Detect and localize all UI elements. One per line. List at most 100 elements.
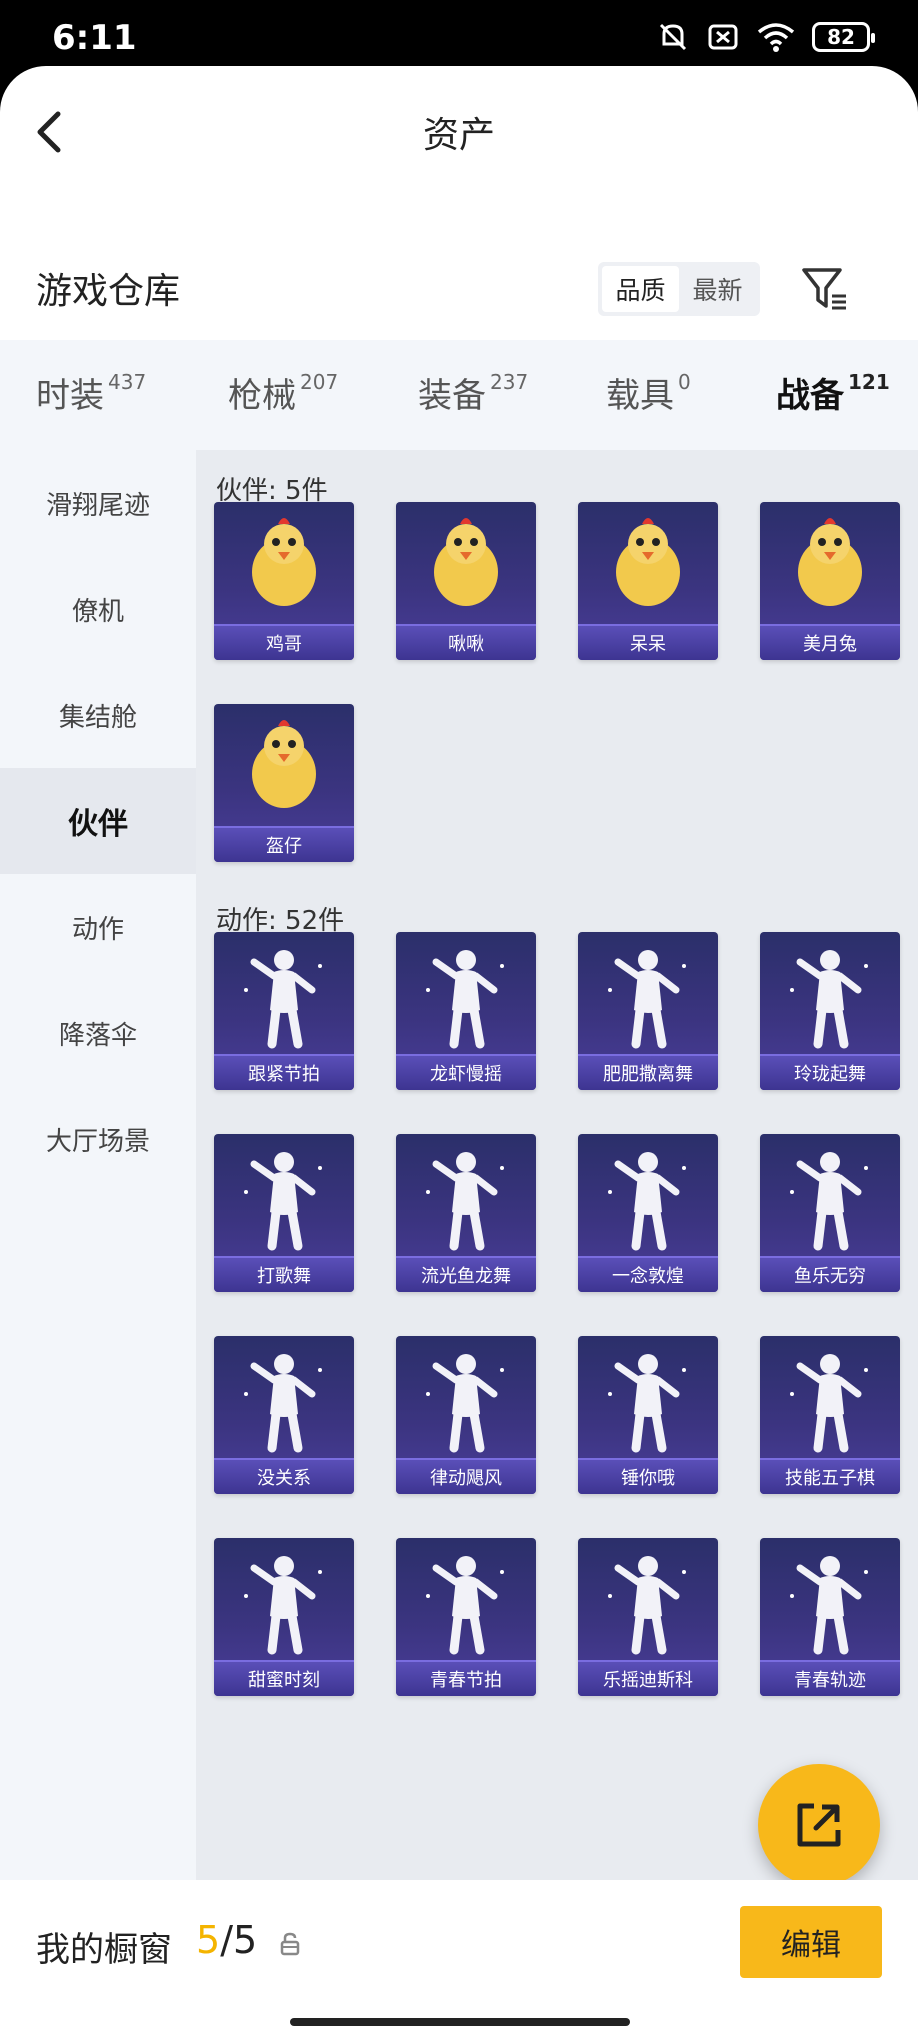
card-label: 锤你哦 bbox=[578, 1458, 718, 1494]
companion-card[interactable]: 啾啾 bbox=[396, 502, 536, 660]
card-label: 龙虾慢摇 bbox=[396, 1054, 536, 1090]
share-fab[interactable] bbox=[758, 1764, 880, 1886]
card-label: 技能五子棋 bbox=[760, 1458, 900, 1494]
dancer-silhouette-icon bbox=[608, 950, 686, 1049]
companion-card[interactable]: 呆呆 bbox=[578, 502, 718, 660]
dancer-silhouette-icon bbox=[790, 1152, 868, 1251]
lock-icon bbox=[280, 1932, 300, 1956]
emote-card[interactable]: 跟紧节拍 bbox=[214, 932, 354, 1090]
category-tabs: 时装 437 枪械 207 装备 237 载具 0 战备 121 bbox=[0, 340, 918, 450]
status-icons: 82 bbox=[656, 20, 875, 54]
card-label: 青春节拍 bbox=[396, 1660, 536, 1696]
emote-card[interactable]: 锤你哦 bbox=[578, 1336, 718, 1494]
companion-card[interactable]: 盔仔 bbox=[214, 704, 354, 862]
sim-off-icon bbox=[708, 24, 738, 50]
tab-equipment[interactable]: 装备 237 bbox=[418, 368, 528, 417]
dancer-silhouette-icon bbox=[244, 1354, 322, 1453]
filter-icon bbox=[802, 268, 846, 310]
sidebar-item-lobby-scene[interactable]: 大厅场景 bbox=[0, 1086, 196, 1192]
card-label: 鱼乐无穷 bbox=[760, 1256, 900, 1292]
emote-card[interactable]: 龙虾慢摇 bbox=[396, 932, 536, 1090]
card-label: 律动飓风 bbox=[396, 1458, 536, 1494]
card-label: 流光鱼龙舞 bbox=[396, 1256, 536, 1292]
dancer-silhouette-icon bbox=[244, 950, 322, 1049]
emote-card[interactable]: 青春节拍 bbox=[396, 1538, 536, 1696]
sort-newest[interactable]: 最新 bbox=[679, 266, 756, 312]
asset-sheet: 资产 游戏仓库 品质 最新 时装 437 枪械 207 装备 237 载具 0 战备 12… bbox=[0, 66, 918, 2040]
card-label: 盔仔 bbox=[214, 826, 354, 862]
card-label: 肥肥撒离舞 bbox=[578, 1054, 718, 1090]
dancer-silhouette-icon bbox=[244, 1556, 322, 1655]
emote-card[interactable]: 乐摇迪斯科 bbox=[578, 1538, 718, 1696]
sidebar-item-parachute[interactable]: 降落伞 bbox=[0, 980, 196, 1086]
card-label: 跟紧节拍 bbox=[214, 1054, 354, 1090]
sidebar: 滑翔尾迹 僚机 集结舱 伙伴 动作 降落伞 大厅场景 bbox=[0, 450, 196, 1946]
card-label: 没关系 bbox=[214, 1458, 354, 1494]
page-title: 资产 bbox=[422, 115, 495, 156]
status-time: 6:11 bbox=[52, 18, 137, 58]
sidebar-item-wingman[interactable]: 僚机 bbox=[0, 556, 196, 662]
battery-icon: 82 bbox=[812, 22, 875, 52]
filter-button[interactable] bbox=[798, 262, 852, 316]
emote-card[interactable]: 没关系 bbox=[214, 1336, 354, 1494]
showcase-count: 5/5 bbox=[196, 1918, 258, 1962]
card-label: 甜蜜时刻 bbox=[214, 1660, 354, 1696]
companion-figure-icon bbox=[798, 518, 862, 606]
item-grid: 伙伴: 5件 动作: 52件 鸡哥 啾啾 呆呆 美月兔 盔仔 跟紧节拍 龙虾慢摇 肥肥撒离舞玲… bbox=[196, 450, 918, 1946]
dancer-silhouette-icon bbox=[608, 1152, 686, 1251]
dancer-silhouette-icon bbox=[608, 1354, 686, 1453]
companion-figure-icon bbox=[252, 720, 316, 808]
mute-icon bbox=[659, 23, 687, 51]
emote-card[interactable]: 玲珑起舞 bbox=[760, 932, 900, 1090]
edit-button[interactable]: 编辑 bbox=[740, 1906, 882, 1978]
emote-card[interactable]: 青春轨迹 bbox=[760, 1538, 900, 1696]
card-label: 美月兔 bbox=[760, 624, 900, 660]
emote-card[interactable]: 甜蜜时刻 bbox=[214, 1538, 354, 1696]
emote-card[interactable]: 打歌舞 bbox=[214, 1134, 354, 1292]
companion-figure-icon bbox=[252, 518, 316, 606]
card-label: 青春轨迹 bbox=[760, 1660, 900, 1696]
card-label: 玲珑起舞 bbox=[760, 1054, 900, 1090]
emote-card[interactable]: 一念敦煌 bbox=[578, 1134, 718, 1292]
card-label: 呆呆 bbox=[578, 624, 718, 660]
warehouse-title: 游戏仓库 bbox=[36, 271, 181, 312]
tab-battle-supplies[interactable]: 战备 121 bbox=[776, 368, 890, 417]
dancer-silhouette-icon bbox=[426, 1556, 504, 1655]
card-label: 啾啾 bbox=[396, 624, 536, 660]
sort-toggle: 品质 最新 bbox=[598, 262, 760, 316]
dancer-silhouette-icon bbox=[426, 950, 504, 1049]
sidebar-item-companion[interactable]: 伙伴 bbox=[0, 768, 196, 874]
companion-card[interactable]: 鸡哥 bbox=[214, 502, 354, 660]
card-label: 鸡哥 bbox=[214, 624, 354, 660]
dancer-silhouette-icon bbox=[426, 1354, 504, 1453]
dancer-silhouette-icon bbox=[244, 1152, 322, 1251]
dancer-silhouette-icon bbox=[608, 1556, 686, 1655]
card-label: 乐摇迪斯科 bbox=[578, 1660, 718, 1696]
sidebar-item-pod[interactable]: 集结舱 bbox=[0, 662, 196, 768]
sort-quality[interactable]: 品质 bbox=[602, 266, 679, 312]
emote-card[interactable]: 肥肥撒离舞 bbox=[578, 932, 718, 1090]
tab-guns[interactable]: 枪械 207 bbox=[228, 368, 338, 417]
wifi-icon bbox=[757, 23, 795, 52]
home-indicator bbox=[290, 2018, 630, 2026]
emote-card[interactable]: 流光鱼龙舞 bbox=[396, 1134, 536, 1292]
tab-vehicles[interactable]: 载具 0 bbox=[606, 368, 691, 417]
tab-fashion[interactable]: 时装 437 bbox=[36, 368, 146, 417]
companion-figure-icon bbox=[434, 518, 498, 606]
companion-figure-icon bbox=[616, 518, 680, 606]
emote-card[interactable]: 鱼乐无穷 bbox=[760, 1134, 900, 1292]
sidebar-item-emote[interactable]: 动作 bbox=[0, 874, 196, 980]
dancer-silhouette-icon bbox=[426, 1152, 504, 1251]
external-link-icon bbox=[797, 1803, 841, 1847]
card-label: 打歌舞 bbox=[214, 1256, 354, 1292]
showcase-bar: 我的橱窗 5/5 编辑 bbox=[0, 1880, 918, 2040]
emote-card[interactable]: 律动飓风 bbox=[396, 1336, 536, 1494]
dancer-silhouette-icon bbox=[790, 950, 868, 1049]
showcase-label: 我的橱窗 bbox=[36, 1930, 172, 1970]
card-label: 一念敦煌 bbox=[578, 1256, 718, 1292]
dancer-silhouette-icon bbox=[790, 1556, 868, 1655]
dancer-silhouette-icon bbox=[790, 1354, 868, 1453]
companion-card[interactable]: 美月兔 bbox=[760, 502, 900, 660]
sidebar-item-glide-trail[interactable]: 滑翔尾迹 bbox=[0, 450, 196, 556]
emote-card[interactable]: 技能五子棋 bbox=[760, 1336, 900, 1494]
